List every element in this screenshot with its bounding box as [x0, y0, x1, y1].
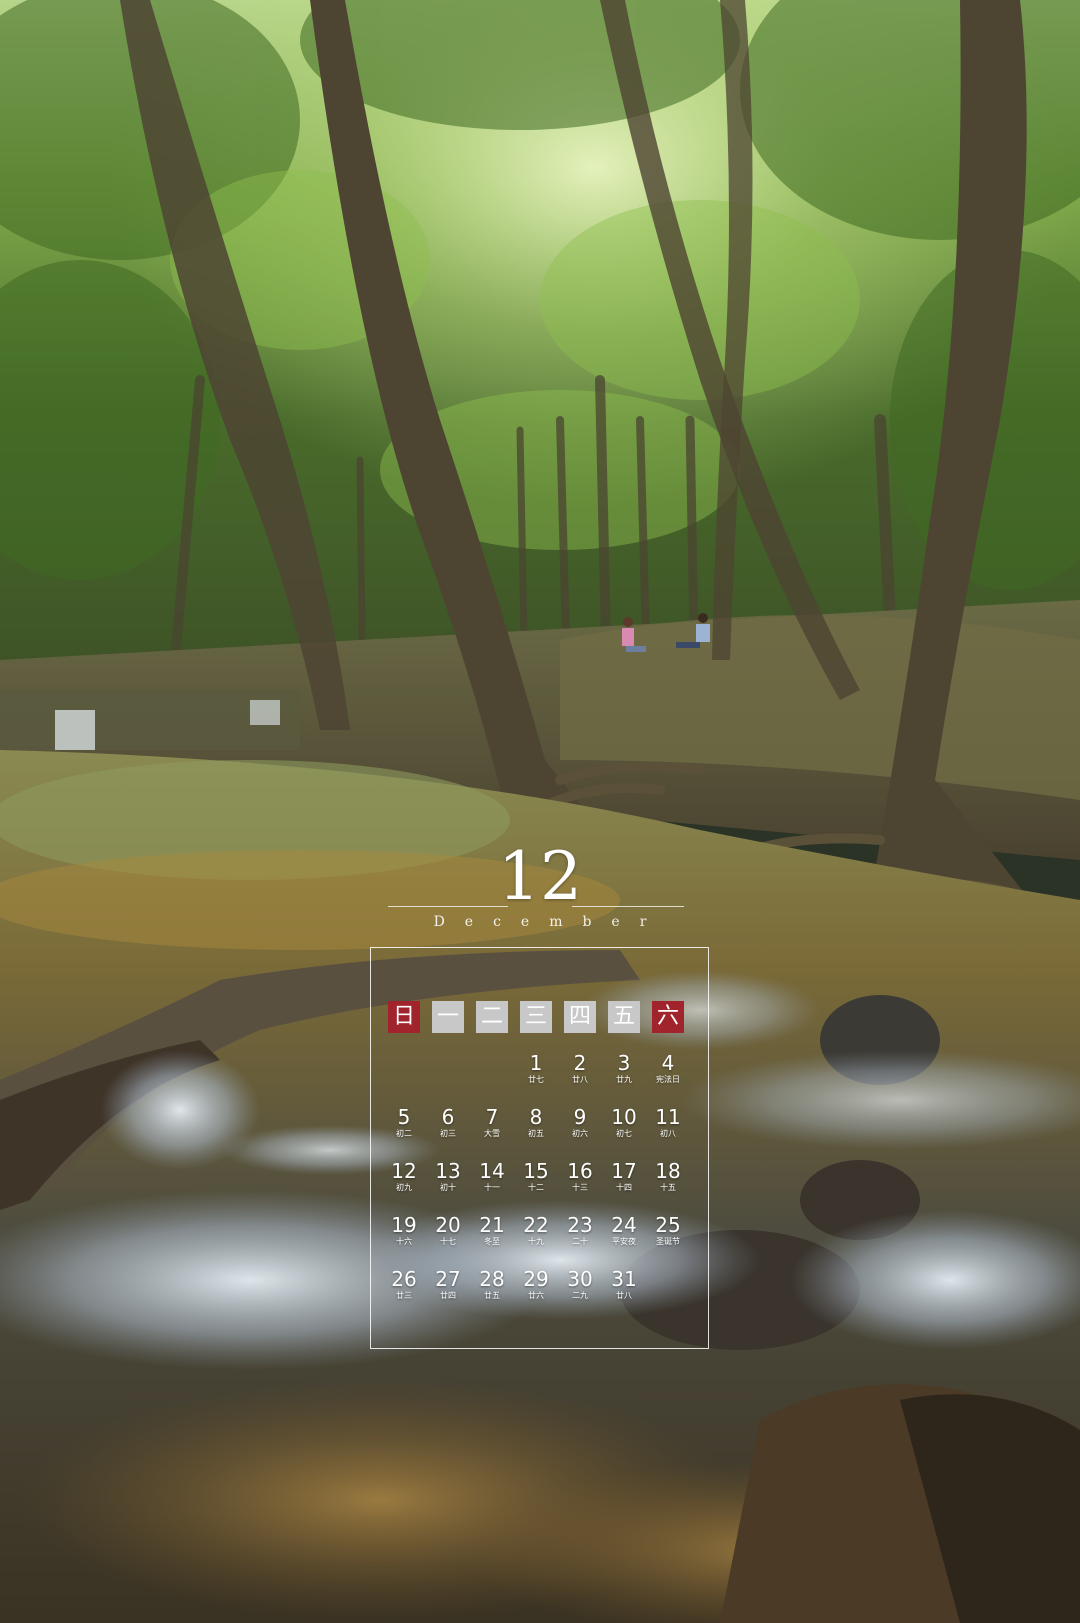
day-number: 11 [655, 1105, 681, 1129]
day-number: 13 [435, 1159, 461, 1183]
day-number: 19 [391, 1213, 417, 1237]
day-number: 7 [485, 1105, 499, 1129]
month-divider-left [388, 906, 508, 907]
calendar-day-cell: 31 廿八 [604, 1268, 644, 1302]
lunar-date-label: 廿八 [616, 1291, 632, 1300]
calendar-day-cell: 25 圣诞节 [648, 1214, 688, 1248]
day-number: 22 [523, 1213, 549, 1237]
day-number: 16 [567, 1159, 593, 1183]
day-number: 31 [611, 1267, 637, 1291]
day-number: 18 [655, 1159, 681, 1183]
month-name: December [433, 914, 667, 930]
day-number: 3 [617, 1051, 631, 1075]
day-number: 17 [611, 1159, 637, 1183]
day-number: 15 [523, 1159, 549, 1183]
lunar-date-label: 十五 [660, 1183, 676, 1192]
calendar-day-cell: 11 初八 [648, 1106, 688, 1140]
weekday-label: 一 [432, 1001, 464, 1033]
day-number: 20 [435, 1213, 461, 1237]
calendar-day-cell: 18 十五 [648, 1160, 688, 1194]
day-number: 10 [611, 1105, 637, 1129]
calendar-day-cell: 4 宪法日 [648, 1052, 688, 1086]
day-number: 28 [479, 1267, 505, 1291]
weekday-label: 三 [520, 1001, 552, 1033]
month-number: 12 [498, 838, 582, 915]
lunar-date-label: 宪法日 [656, 1075, 680, 1084]
month-divider-right [572, 906, 684, 907]
day-number: 25 [655, 1213, 681, 1237]
day-number: 26 [391, 1267, 417, 1291]
forest-stream-background [0, 0, 1080, 1623]
weekday-label: 五 [608, 1001, 640, 1033]
day-number: 9 [573, 1105, 587, 1129]
day-number: 21 [479, 1213, 505, 1237]
lunar-date-label: 初八 [660, 1129, 676, 1138]
weekday-label: 二 [476, 1001, 508, 1033]
day-number: 12 [391, 1159, 417, 1183]
day-number: 6 [441, 1105, 455, 1129]
day-number: 24 [611, 1213, 637, 1237]
day-number: 29 [523, 1267, 549, 1291]
day-number: 23 [567, 1213, 593, 1237]
weekday-label: 六 [652, 1001, 684, 1033]
day-number: 8 [529, 1105, 543, 1129]
day-number: 5 [397, 1105, 411, 1129]
day-number: 4 [661, 1051, 675, 1075]
day-number: 2 [573, 1051, 587, 1075]
lunar-date-label: 圣诞节 [656, 1237, 680, 1246]
day-number: 1 [529, 1051, 543, 1075]
day-number: 14 [479, 1159, 505, 1183]
day-number: 27 [435, 1267, 461, 1291]
weekday-label: 四 [564, 1001, 596, 1033]
weekday-label: 日 [388, 1001, 420, 1033]
day-number: 30 [567, 1267, 593, 1291]
